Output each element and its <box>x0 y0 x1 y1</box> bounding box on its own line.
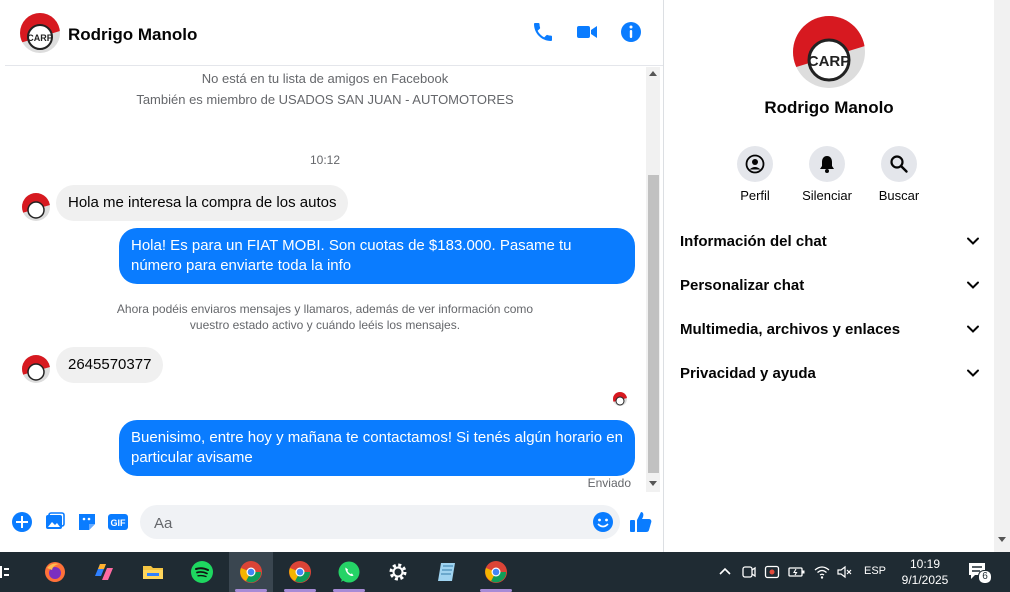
svg-text:GIF: GIF <box>111 518 127 528</box>
speaker-muted-icon[interactable] <box>836 564 852 583</box>
message-scrollbar[interactable] <box>646 67 660 492</box>
chevron-down-icon <box>966 366 980 385</box>
profile-button[interactable]: Perfil <box>720 146 790 203</box>
not-friends-notice: No está en tu lista de amigos en Faceboo… <box>201 71 449 86</box>
copilot-icon[interactable] <box>82 552 126 592</box>
clock-time: 10:19 <box>909 557 941 571</box>
chevron-down-icon <box>966 278 980 297</box>
message-input[interactable] <box>152 511 586 535</box>
bell-icon <box>809 146 845 182</box>
contact-avatar-small <box>22 193 50 221</box>
section-customize-chat[interactable]: Personalizar chat <box>680 268 980 304</box>
section-label: Información del chat <box>680 233 827 250</box>
section-label: Multimedia, archivos y enlaces <box>680 321 901 338</box>
settings-icon[interactable] <box>376 552 420 592</box>
chevron-down-icon <box>966 234 980 253</box>
sent-status: Enviado <box>587 476 631 490</box>
meet-now-icon[interactable] <box>741 564 757 583</box>
notification-center-icon[interactable]: 6 <box>968 562 992 585</box>
chevron-up-icon[interactable] <box>718 565 732 582</box>
info-icon[interactable] <box>619 20 645 46</box>
task-view-icon[interactable] <box>0 564 10 580</box>
firefox-icon[interactable] <box>33 552 77 592</box>
section-label: Privacidad y ayuda <box>680 365 816 382</box>
scroll-down-icon[interactable] <box>649 481 657 486</box>
clock[interactable]: 10:19 9/1/2025 <box>890 556 960 588</box>
chat-pane: CARP Rodrigo Manolo No está en tu lista … <box>5 0 664 552</box>
mute-button[interactable]: Silenciar <box>792 146 862 203</box>
like-icon[interactable] <box>629 511 652 533</box>
language-indicator[interactable]: ESP <box>864 565 886 577</box>
group-membership-notice: También es miembro de USADOS SAN JUAN - … <box>136 92 514 107</box>
whatsapp-icon[interactable] <box>327 552 371 592</box>
phone-call-icon[interactable] <box>531 20 557 46</box>
outgoing-message[interactable]: Hola! Es para un FIAT MOBI. Son cuotas d… <box>119 228 635 284</box>
section-chat-info[interactable]: Información del chat <box>680 224 980 260</box>
section-label: Personalizar chat <box>680 277 805 294</box>
section-privacy-help[interactable]: Privacidad y ayuda <box>680 356 980 392</box>
screen-capture-icon[interactable] <box>764 564 780 583</box>
photo-icon[interactable] <box>44 511 66 533</box>
connection-system-message: Ahora podéis enviaros mensajes y llamaro… <box>116 302 534 332</box>
clock-date: 9/1/2025 <box>901 573 949 587</box>
contact-name-large: Rodrigo Manolo <box>764 98 894 117</box>
battery-icon[interactable] <box>788 564 806 583</box>
search-label: Buscar <box>878 188 920 203</box>
windows-taskbar: ESP 10:19 9/1/2025 6 <box>0 552 1010 592</box>
chat-header: CARP Rodrigo Manolo <box>5 0 663 66</box>
emoji-icon[interactable] <box>592 511 614 533</box>
profile-icon <box>737 146 773 182</box>
mute-label: Silenciar <box>802 188 852 203</box>
plus-icon[interactable] <box>11 511 33 533</box>
chrome-icon[interactable] <box>474 552 518 592</box>
scroll-down-icon[interactable] <box>998 537 1006 542</box>
message-list: No está en tu lista de amigos en Faceboo… <box>5 67 645 492</box>
contact-name[interactable]: Rodrigo Manolo <box>68 25 197 45</box>
sticker-icon[interactable] <box>76 511 98 533</box>
chevron-down-icon <box>966 322 980 341</box>
file-explorer-icon[interactable] <box>131 552 175 592</box>
read-receipt-avatar <box>613 392 627 406</box>
message-input-box[interactable] <box>140 505 620 539</box>
svg-text:CARP: CARP <box>27 33 53 43</box>
contact-avatar-small <box>22 355 50 383</box>
contact-avatar-large[interactable]: CARP <box>793 16 865 88</box>
scroll-thumb[interactable] <box>648 175 659 473</box>
video-call-icon[interactable] <box>575 20 601 46</box>
search-icon <box>881 146 917 182</box>
chat-info-pane: CARP Rodrigo Manolo Perfil Silenciar Bus… <box>664 0 994 552</box>
wifi-icon[interactable] <box>814 564 830 583</box>
svg-text:CARP: CARP <box>808 53 851 70</box>
section-media-files-links[interactable]: Multimedia, archivos y enlaces <box>680 312 980 348</box>
chrome-icon[interactable] <box>278 552 322 592</box>
incoming-message[interactable]: 2645570377 <box>56 347 164 383</box>
contact-avatar[interactable]: CARP <box>20 13 60 53</box>
scroll-up-icon[interactable] <box>649 71 657 76</box>
search-button[interactable]: Buscar <box>864 146 934 203</box>
page-scrollbar[interactable] <box>994 0 1010 552</box>
chrome-icon[interactable] <box>229 552 273 592</box>
spotify-icon[interactable] <box>180 552 224 592</box>
notepad-icon[interactable] <box>425 552 469 592</box>
incoming-message[interactable]: Hola me interesa la compra de los autos <box>56 185 349 221</box>
gif-icon[interactable]: GIF <box>107 511 129 533</box>
profile-label: Perfil <box>740 188 770 203</box>
notification-count-badge: 6 <box>978 570 992 584</box>
outgoing-message[interactable]: Buenisimo, entre hoy y mañana te contact… <box>119 420 635 476</box>
message-timestamp: 10:12 <box>309 153 341 167</box>
composer: GIF <box>5 495 663 552</box>
